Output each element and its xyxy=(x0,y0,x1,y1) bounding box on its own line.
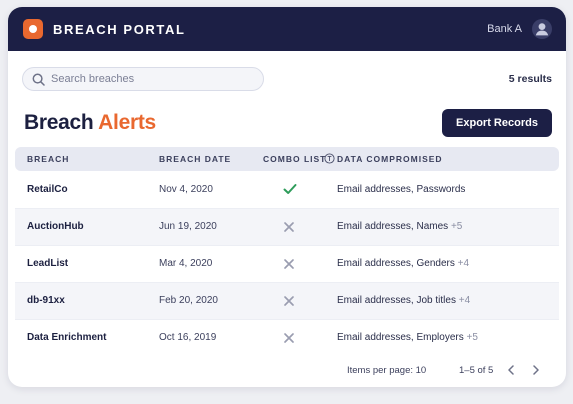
breach-name: Data Enrichment xyxy=(27,332,107,344)
table-row[interactable]: LeadList Mar 4, 2020 Email addresses, Ge… xyxy=(15,245,559,282)
column-header-breach[interactable]: BREACH xyxy=(15,147,159,171)
data-compromised: Email addresses, Passwords xyxy=(337,171,559,208)
more-count[interactable]: +4 xyxy=(459,295,470,306)
check-icon xyxy=(283,184,297,195)
breach-name: AuctionHub xyxy=(27,221,84,232)
page-range: 1–5 of 5 xyxy=(459,364,494,376)
data-compromised: Email addresses, Employers +5 xyxy=(337,319,559,356)
previous-page-button[interactable] xyxy=(504,363,518,377)
table-row[interactable]: AuctionHub Jun 19, 2020 Email addresses,… xyxy=(15,208,559,245)
breach-table: BREACH BREACH DATE COMBO LIST DATA COMPR… xyxy=(15,147,559,356)
items-per-page[interactable]: Items per page: 10 xyxy=(347,365,426,376)
account-name[interactable]: Bank A xyxy=(487,23,522,35)
more-count[interactable]: +4 xyxy=(458,258,469,269)
next-page-button[interactable] xyxy=(529,363,543,377)
data-compromised-list: Email addresses, Passwords xyxy=(337,183,466,195)
chevron-right-icon xyxy=(533,365,539,375)
more-count[interactable]: +5 xyxy=(451,221,462,232)
breach-name: LeadList xyxy=(27,258,69,269)
table-header-row: BREACH BREACH DATE COMBO LIST DATA COMPR… xyxy=(15,147,559,171)
search-input[interactable] xyxy=(51,73,251,85)
info-icon[interactable] xyxy=(324,153,335,164)
data-compromised-list: Email addresses, Job titles xyxy=(337,295,456,306)
breach-date: Nov 4, 2020 xyxy=(159,183,213,195)
page-title-part1: Breach xyxy=(24,111,94,134)
data-compromised-list: Email addresses, Employers xyxy=(337,332,464,344)
pagination: Items per page: 10 1–5 of 5 xyxy=(8,362,566,378)
user-avatar-icon[interactable] xyxy=(532,19,552,39)
breach-date: Mar 4, 2020 xyxy=(159,258,213,269)
breach-date: Feb 20, 2020 xyxy=(159,295,218,306)
cross-icon xyxy=(284,258,294,269)
table-row[interactable]: db-91xx Feb 20, 2020 Email addresses, Jo… xyxy=(15,282,559,319)
breach-date: Oct 16, 2019 xyxy=(159,332,217,344)
breach-name: RetailCo xyxy=(27,183,68,195)
combo-list-cell xyxy=(263,208,337,245)
data-compromised: Email addresses, Job titles +4 xyxy=(337,282,559,319)
table-row[interactable]: Data Enrichment Oct 16, 2019 Email addre… xyxy=(15,319,559,356)
search-box[interactable] xyxy=(22,67,264,91)
brand-title: BREACH PORTAL xyxy=(53,21,186,37)
breach-name: db-91xx xyxy=(27,295,65,306)
export-records-button[interactable]: Export Records xyxy=(442,109,552,137)
cross-icon xyxy=(284,295,294,306)
column-header-combo-list[interactable]: COMBO LIST xyxy=(263,147,337,171)
cross-icon xyxy=(284,332,294,343)
data-compromised: Email addresses, Genders +4 xyxy=(337,245,559,282)
more-count[interactable]: +5 xyxy=(467,332,478,343)
data-compromised-list: Email addresses, Genders xyxy=(337,258,455,269)
table-row[interactable]: RetailCo Nov 4, 2020 Email addresses, Pa… xyxy=(15,171,559,208)
combo-list-cell xyxy=(263,282,337,319)
column-header-breach-date[interactable]: BREACH DATE xyxy=(159,147,263,171)
data-compromised-list: Email addresses, Names xyxy=(337,221,449,232)
cross-icon xyxy=(284,221,294,232)
chevron-left-icon xyxy=(508,365,514,375)
results-count: 5 results xyxy=(508,73,552,85)
portal-logo-icon xyxy=(23,19,43,39)
page-title: Breach Alerts xyxy=(24,111,156,135)
breach-date: Jun 19, 2020 xyxy=(159,221,217,232)
data-compromised: Email addresses, Names +5 xyxy=(337,208,559,245)
combo-list-cell xyxy=(263,171,337,208)
search-icon xyxy=(32,73,45,86)
column-header-combo-list-label: COMBO LIST xyxy=(263,153,327,164)
title-row: Breach Alerts Export Records xyxy=(24,108,552,138)
page-title-part2: Alerts xyxy=(98,111,156,134)
combo-list-cell xyxy=(263,245,337,282)
column-header-data-compromised[interactable]: DATA COMPROMISED xyxy=(337,147,559,171)
breach-portal-card: BREACH PORTAL Bank A 5 results Breach Al… xyxy=(8,7,566,387)
combo-list-cell xyxy=(263,319,337,356)
toolbar: 5 results xyxy=(22,67,552,91)
top-bar: BREACH PORTAL Bank A xyxy=(8,7,566,51)
